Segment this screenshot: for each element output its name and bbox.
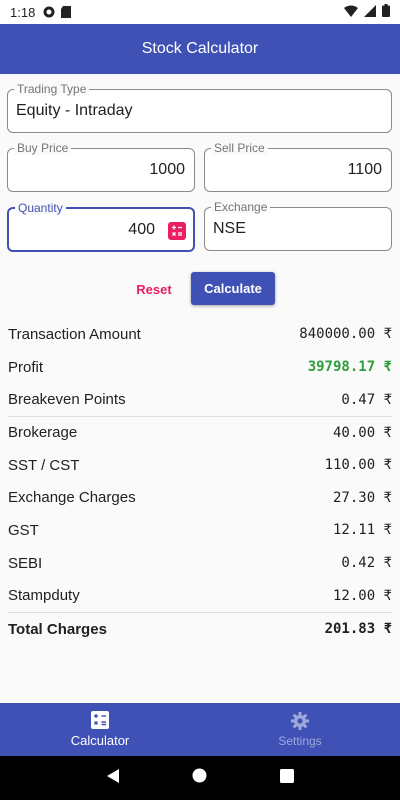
exchange-charges-value: 27.30 ₹: [332, 489, 392, 506]
buy-price-value: 1000: [149, 161, 185, 178]
exchange-field[interactable]: Exchange NSE: [204, 200, 392, 251]
result-row-sebi: SEBI 0.42 ₹: [8, 547, 392, 580]
status-time: 1:18: [10, 4, 36, 20]
app-bar: Stock Calculator: [0, 24, 400, 74]
result-row-total-charges: Total Charges 201.83 ₹: [8, 612, 392, 645]
gst-label: GST: [8, 521, 39, 539]
nav-calculator-label: Calculator: [70, 733, 130, 748]
status-right: [344, 4, 390, 20]
breakeven-value: 0.47 ₹: [341, 391, 392, 408]
result-row-breakeven: Breakeven Points 0.47 ₹: [8, 383, 392, 416]
results-list: Transaction Amount 840000.00 ₹ Profit 39…: [8, 318, 392, 645]
screen: 1:18 Stock Calculator Trading Type Equit…: [0, 0, 400, 800]
sebi-value: 0.42 ₹: [341, 555, 392, 572]
buy-price-field[interactable]: Buy Price 1000: [7, 141, 195, 192]
buy-price-label: Buy Price: [14, 141, 72, 155]
result-row-brokerage: Brokerage 40.00 ₹: [8, 416, 392, 449]
exchange-value: NSE: [213, 220, 246, 237]
transaction-amount-value: 840000.00 ₹: [299, 326, 392, 343]
calculator-icon: [91, 711, 109, 729]
sst-cst-label: SST / CST: [8, 456, 80, 474]
signal-icon: [364, 4, 376, 20]
sd-card-icon: [61, 6, 73, 18]
result-row-transaction-amount: Transaction Amount 840000.00 ₹: [8, 318, 392, 351]
system-nav-bar: [0, 756, 400, 800]
trading-type-field[interactable]: Trading Type Equity - Intraday: [7, 82, 392, 133]
calculator-icon[interactable]: [168, 222, 186, 240]
result-row-gst: GST 12.11 ₹: [8, 514, 392, 547]
back-icon[interactable]: [106, 768, 120, 789]
wifi-icon: [344, 5, 358, 20]
nav-settings-label: Settings: [278, 733, 322, 748]
profit-value: 39798.17 ₹: [307, 359, 392, 376]
result-row-stampduty: Stampduty 12.00 ₹: [8, 580, 392, 613]
gst-value: 12.11 ₹: [332, 522, 392, 539]
brokerage-value: 40.00 ₹: [332, 424, 392, 441]
sell-price-field[interactable]: Sell Price 1100: [204, 141, 392, 192]
nav-settings[interactable]: Settings: [200, 703, 400, 756]
app-title: Stock Calculator: [141, 40, 259, 57]
result-row-profit: Profit 39798.17 ₹: [8, 351, 392, 384]
profit-label: Profit: [8, 358, 44, 376]
gear-icon: [291, 711, 309, 730]
quantity-value: 400: [128, 220, 155, 238]
result-row-sst-cst: SST / CST 110.00 ₹: [8, 449, 392, 482]
nav-calculator[interactable]: Calculator: [0, 703, 200, 756]
stampduty-value: 12.00 ₹: [332, 587, 392, 604]
sell-price-value: 1100: [347, 161, 382, 178]
transaction-amount-label: Transaction Amount: [8, 325, 141, 343]
brokerage-label: Brokerage: [8, 424, 78, 442]
battery-icon: [382, 4, 390, 20]
total-charges-value: 201.83 ₹: [324, 621, 392, 638]
recents-icon[interactable]: [279, 768, 294, 788]
exchange-charges-label: Exchange Charges: [8, 489, 136, 507]
quantity-label: Quantity: [15, 201, 66, 215]
bottom-nav: Calculator Settings: [0, 703, 400, 756]
trading-type-value: Equity - Intraday: [16, 102, 133, 119]
status-bar: 1:18: [0, 0, 400, 24]
breakeven-label: Breakeven Points: [8, 391, 126, 409]
quantity-field[interactable]: Quantity 400: [7, 201, 195, 252]
calculate-button[interactable]: Calculate: [191, 272, 275, 305]
sell-price-label: Sell Price: [211, 141, 268, 155]
reset-button[interactable]: Reset: [128, 273, 180, 305]
stampduty-label: Stampduty: [8, 587, 80, 605]
total-charges-label: Total Charges: [8, 620, 107, 638]
sst-cst-value: 110.00 ₹: [324, 457, 392, 474]
sebi-label: SEBI: [8, 554, 43, 572]
pocket-casts-icon: [43, 6, 55, 18]
result-row-exchange-charges: Exchange Charges 27.30 ₹: [8, 481, 392, 514]
home-icon[interactable]: [192, 768, 207, 788]
